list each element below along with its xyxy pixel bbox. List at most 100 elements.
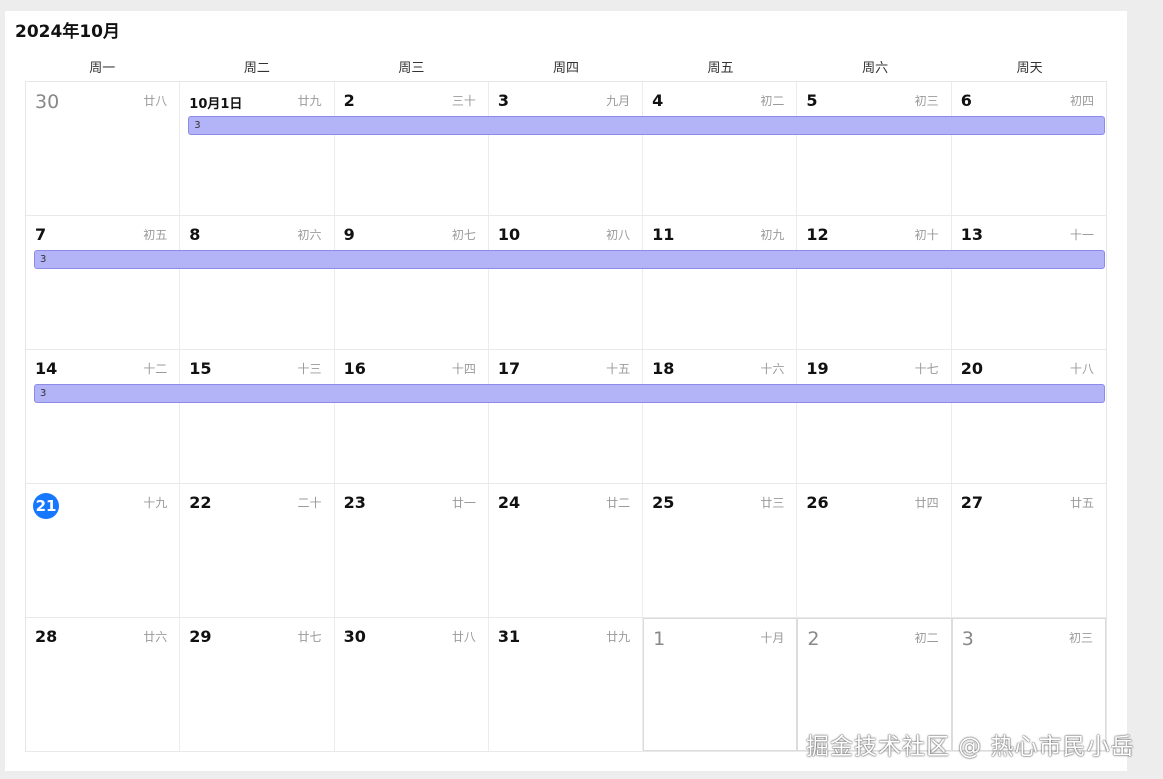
day-cell[interactable]: 7 初五 (26, 216, 181, 349)
lunar-date: 初三 (914, 94, 939, 108)
day-cell[interactable]: 30 廿八 (26, 82, 181, 215)
day-cell[interactable]: 22 二十 (180, 484, 335, 617)
lunar-date: 廿二 (606, 496, 631, 510)
day-number: 3 (497, 91, 509, 110)
day-cell[interactable]: 27 廿五 (952, 484, 1106, 617)
lunar-date: 三十 (451, 94, 476, 108)
day-number: 23 (343, 493, 366, 512)
weekday-sun: 周天 (1016, 61, 1043, 76)
day-cell[interactable]: 20 十八 (952, 350, 1106, 483)
day-cell[interactable]: 19 十七 (797, 350, 952, 483)
day-number: 20 (960, 359, 983, 378)
event-bar[interactable]: 3 (34, 250, 1105, 269)
lunar-date: 初二 (914, 631, 939, 645)
calendar-panel: 2024年10月 周一 周二 周三 周四 周五 周六 周天 30 廿八 10月1日廿… (5, 11, 1127, 771)
lunar-date: 初七 (451, 228, 476, 242)
lunar-date: 十六 (760, 362, 785, 376)
day-cell[interactable]: 6 初四 (952, 82, 1106, 215)
day-cell[interactable]: 5 初三 (797, 82, 952, 215)
day-cell[interactable]: 31 廿九 (489, 618, 644, 751)
day-cell[interactable]: 15 十三 (180, 350, 335, 483)
day-number: 25 (652, 493, 675, 512)
weekday-tue: 周二 (243, 61, 270, 76)
day-number: 30 (343, 627, 366, 646)
day-cell[interactable]: 17 十五 (489, 350, 644, 483)
day-number: 9 (343, 225, 355, 244)
day-cell[interactable]: 28 廿六 (26, 618, 181, 751)
day-cell[interactable]: 1 十月 (643, 618, 798, 751)
day-cell[interactable]: 10月1日 廿九 (180, 82, 335, 215)
lunar-date: 十二 (143, 362, 168, 376)
week-row: 30 廿八 10月1日 廿九 2 三十 3 九月 4 初二 5 初三 6 初四 (26, 82, 1106, 216)
day-cell[interactable]: 4 初二 (643, 82, 798, 215)
day-cell[interactable]: 11 初九 (643, 216, 798, 349)
day-number: 2 (343, 91, 355, 110)
lunar-date: 廿九 (606, 630, 631, 644)
day-cell[interactable]: 29 廿七 (180, 618, 335, 751)
lunar-date: 廿四 (914, 496, 939, 510)
lunar-date: 初九 (760, 228, 785, 242)
calendar-title: 2024年10月 (15, 22, 120, 42)
day-cell[interactable]: 18 十六 (643, 350, 798, 483)
day-number: 3 (961, 628, 974, 650)
lunar-date: 初五 (143, 228, 168, 242)
week-row: 21 十九 22 二十 23 廿一 24 廿二 25 廿三 26 廿四 27 廿五 (26, 484, 1106, 618)
day-cell[interactable]: 8 初六 (180, 216, 335, 349)
lunar-date: 廿一 (451, 496, 476, 510)
today-badge: 21 (33, 493, 59, 519)
weekday-sat: 周六 (862, 61, 889, 76)
lunar-date: 十八 (1069, 362, 1094, 376)
month-grid: 30 廿八 10月1日 廿九 2 三十 3 九月 4 初二 5 初三 6 初四 7 初五 8 初六 9 初七 10 初八 1… (25, 81, 1107, 752)
day-cell[interactable]: 30 廿八 (335, 618, 489, 751)
event-bar[interactable]: 3 (34, 384, 1105, 403)
day-number: 26 (806, 493, 829, 512)
day-cell[interactable]: 9 初七 (335, 216, 489, 349)
lunar-date: 十九 (143, 496, 168, 510)
day-number: 24 (497, 493, 521, 512)
lunar-date: 十三 (297, 362, 322, 376)
event-bar[interactable]: 3 (188, 116, 1105, 135)
lunar-date: 初八 (606, 228, 631, 242)
day-number: 16 (343, 359, 366, 378)
day-number: 4 (652, 91, 664, 110)
lunar-date: 初四 (1069, 94, 1094, 108)
lunar-date: 初二 (760, 94, 785, 108)
day-number: 31 (497, 627, 521, 646)
day-cell[interactable]: 16 十四 (335, 350, 489, 483)
weekday-wed: 周三 (398, 61, 425, 76)
day-number: 27 (960, 493, 983, 512)
lunar-date: 十四 (451, 362, 476, 376)
week-row: 14 十二 15 十三 16 十四 17 十五 18 十六 19 十七 20 十八 (26, 350, 1106, 484)
day-number: 29 (189, 627, 212, 646)
lunar-date: 廿八 (451, 630, 476, 644)
day-number: 15 (189, 359, 212, 378)
day-number: 12 (806, 225, 829, 244)
lunar-date: 初十 (914, 228, 939, 242)
day-cell[interactable]: 21 十九 (26, 484, 181, 617)
day-cell[interactable]: 26 廿四 (797, 484, 952, 617)
day-number: 28 (35, 627, 58, 646)
day-cell[interactable]: 24 廿二 (489, 484, 644, 617)
weekday-fri: 周五 (707, 61, 734, 76)
day-number: 14 (35, 359, 58, 378)
day-cell[interactable]: 3 九月 (489, 82, 644, 215)
day-number: 19 (806, 359, 829, 378)
day-number: 30 (35, 91, 60, 113)
week-row: 7 初五 8 初六 9 初七 10 初八 11 初九 12 初十 13 十一 (26, 216, 1106, 350)
day-cell[interactable]: 14 十二 (26, 350, 181, 483)
day-number: 10月1日 (189, 97, 243, 112)
day-cell[interactable]: 25 廿三 (643, 484, 798, 617)
watermark: 掘金技术社区 @ 热心市民小岳 (806, 734, 1135, 760)
day-cell[interactable]: 13 十一 (952, 216, 1106, 349)
weekday-mon: 周一 (89, 61, 116, 76)
day-cell[interactable]: 23 廿一 (335, 484, 489, 617)
day-number: 18 (652, 359, 675, 378)
lunar-date: 十一 (1069, 228, 1094, 242)
lunar-date: 廿六 (143, 630, 168, 644)
day-number: 7 (35, 225, 47, 244)
day-cell[interactable]: 10 初八 (489, 216, 644, 349)
lunar-date: 十月 (760, 631, 785, 645)
day-cell[interactable]: 2 三十 (335, 82, 489, 215)
weekday-header: 周一 周二 周三 周四 周五 周六 周天 (25, 57, 1107, 79)
day-cell[interactable]: 12 初十 (797, 216, 952, 349)
